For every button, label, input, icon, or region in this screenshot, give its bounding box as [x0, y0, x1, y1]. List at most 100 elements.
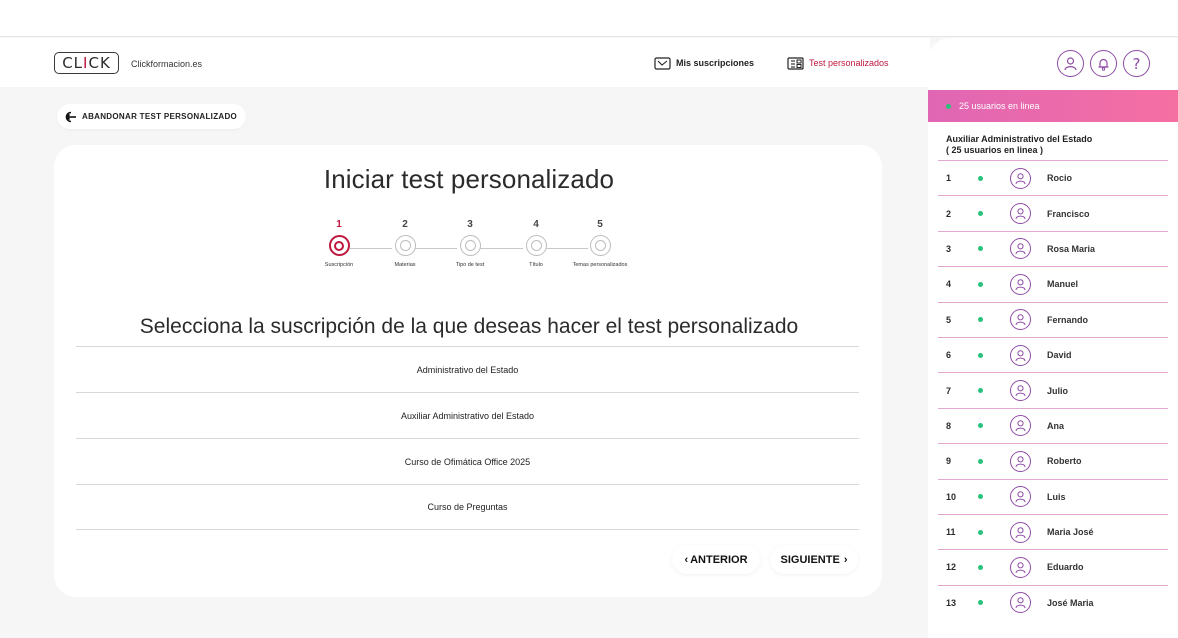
online-status-dot	[946, 103, 951, 109]
user-name: Eduardo	[1047, 562, 1084, 573]
subscription-option[interactable]: Curso de Ofimática Office 2025	[76, 438, 859, 484]
user-rank: 11	[946, 527, 956, 538]
step-circle	[589, 235, 611, 256]
bell-icon[interactable]	[1090, 50, 1117, 77]
user-row[interactable]: 1 Rocio	[938, 160, 1168, 195]
nav-test-personalizados[interactable]: Test personalizados	[787, 55, 889, 71]
user-rank: 6	[946, 350, 952, 361]
user-name: Rocio	[1047, 173, 1073, 184]
abandon-label: ABANDONAR TEST PERSONALIZADO	[82, 112, 238, 121]
user-row[interactable]: 13 José Maria	[938, 584, 1168, 620]
user-icon[interactable]	[1057, 50, 1084, 77]
online-status-dot	[978, 529, 983, 535]
test-wizard-card: Iniciar test personalizado 1 Suscripción…	[54, 145, 882, 597]
avatar-icon	[1010, 238, 1031, 260]
online-users-list: 1 Rocio 2 Francisco 3 Rosa Maria 4 Manuel 5 Ferna…	[938, 160, 1168, 620]
step-number: 5	[597, 219, 603, 230]
avatar-icon	[1010, 344, 1031, 366]
user-rank: 12	[946, 562, 957, 573]
user-row[interactable]: 3 Rosa Maria	[938, 230, 1168, 266]
nav-mis-suscripciones[interactable]: Mis suscripciones	[654, 55, 754, 71]
avatar-icon	[1010, 273, 1031, 295]
online-status-dot	[978, 281, 983, 287]
user-rank: 10	[946, 491, 957, 502]
next-label: SIGUIENTE	[780, 553, 840, 566]
user-rank: 8	[946, 420, 952, 431]
avatar-icon	[1010, 380, 1031, 402]
chevron-left-icon: ‹	[684, 553, 689, 566]
user-rank: 5	[946, 314, 952, 325]
step-temas-personalizados[interactable]: 5 Temas personalizados	[560, 219, 640, 268]
avatar-icon	[1010, 309, 1031, 331]
previous-button[interactable]: ‹ ANTERIOR	[672, 545, 760, 574]
user-name: José Maria	[1047, 597, 1094, 608]
stepper: 1 Suscripción 2 Materias 3 Tipo de test …	[54, 219, 884, 279]
user-name: Maria José	[1047, 527, 1094, 538]
subscription-option[interactable]: Auxiliar Administrativo del Estado	[76, 392, 859, 438]
user-row[interactable]: 6 David	[938, 336, 1168, 372]
online-status-dot	[978, 388, 983, 394]
step-circle	[525, 235, 547, 256]
user-rank: 9	[946, 456, 952, 467]
online-status-dot	[978, 175, 983, 181]
online-status-dot	[978, 600, 983, 606]
avatar-icon	[1010, 521, 1031, 543]
exit-icon	[65, 111, 76, 122]
avatar-icon	[1010, 556, 1031, 578]
avatar-icon	[1010, 592, 1031, 614]
help-icon[interactable]: ?	[1123, 50, 1150, 77]
previous-label: ANTERIOR	[690, 553, 748, 566]
online-status-dot	[978, 494, 983, 500]
user-row[interactable]: 8 Ana	[938, 407, 1168, 443]
online-users-bar: 25 usuarios en linea	[928, 90, 1178, 122]
group-online-count: ( 25 usuarios en linea )	[946, 145, 1044, 155]
user-name: Fernando	[1047, 314, 1089, 325]
user-rank: 13	[946, 597, 957, 608]
avatar-icon	[1010, 450, 1031, 472]
avatar-icon	[1010, 415, 1031, 437]
custom-test-icon	[787, 56, 804, 70]
user-row[interactable]: 9 Roberto	[938, 443, 1168, 478]
user-name: Luis	[1047, 491, 1066, 502]
header: CL I CK Clickformacion.es Mis suscripcione…	[0, 38, 930, 87]
avatar-icon	[1010, 486, 1031, 508]
site-name: Clickformacion.es	[131, 59, 203, 69]
subscription-option[interactable]: Administrativo del Estado	[76, 346, 859, 392]
online-status-dot	[978, 423, 983, 429]
abandon-test-button[interactable]: ABANDONAR TEST PERSONALIZADO	[57, 104, 247, 129]
user-row[interactable]: 2 Francisco	[938, 195, 1168, 230]
user-name: Roberto	[1047, 456, 1082, 467]
user-name: Rosa Maria	[1047, 243, 1096, 254]
user-row[interactable]: 7 Julio	[938, 372, 1168, 407]
user-rank: 1	[946, 173, 952, 184]
user-name: David	[1047, 350, 1072, 361]
user-name: Manuel	[1047, 279, 1079, 290]
online-status-dot	[978, 211, 983, 217]
online-status-dot	[978, 317, 983, 323]
group-title: Auxiliar Administrativo del Estado ( 25 …	[946, 134, 1092, 156]
avatar-icon	[1010, 203, 1031, 225]
user-row[interactable]: 11 Maria José	[938, 513, 1168, 549]
user-rank: 4	[946, 279, 952, 290]
top-strip	[0, 0, 1178, 37]
avatar-icon	[1010, 167, 1031, 189]
next-button[interactable]: SIGUIENTE ›	[770, 545, 858, 574]
online-users-panel: ? 25 usuarios en linea Auxiliar Administ…	[928, 38, 1178, 638]
user-rank: 2	[946, 208, 952, 219]
user-row[interactable]: 5 Fernando	[938, 301, 1168, 337]
user-name: Francisco	[1047, 208, 1090, 219]
step-circle	[394, 235, 416, 256]
user-row[interactable]: 10 Luis	[938, 478, 1168, 514]
page-title: Iniciar test personalizado	[323, 164, 615, 194]
subscription-option[interactable]: Curso de Preguntas	[76, 484, 859, 530]
panel-icons: ?	[1057, 50, 1150, 77]
chevron-right-icon: ›	[843, 553, 848, 566]
step-circle	[459, 235, 481, 256]
nav-label: Mis suscripciones	[676, 58, 755, 68]
logo[interactable]: CL I CK	[54, 52, 119, 74]
user-row[interactable]: 4 Manuel	[938, 266, 1168, 301]
online-status-dot	[978, 458, 983, 464]
user-row[interactable]: 12 Eduardo	[938, 549, 1168, 584]
online-status-dot	[978, 246, 983, 252]
nav-label: Test personalizados	[809, 58, 889, 68]
